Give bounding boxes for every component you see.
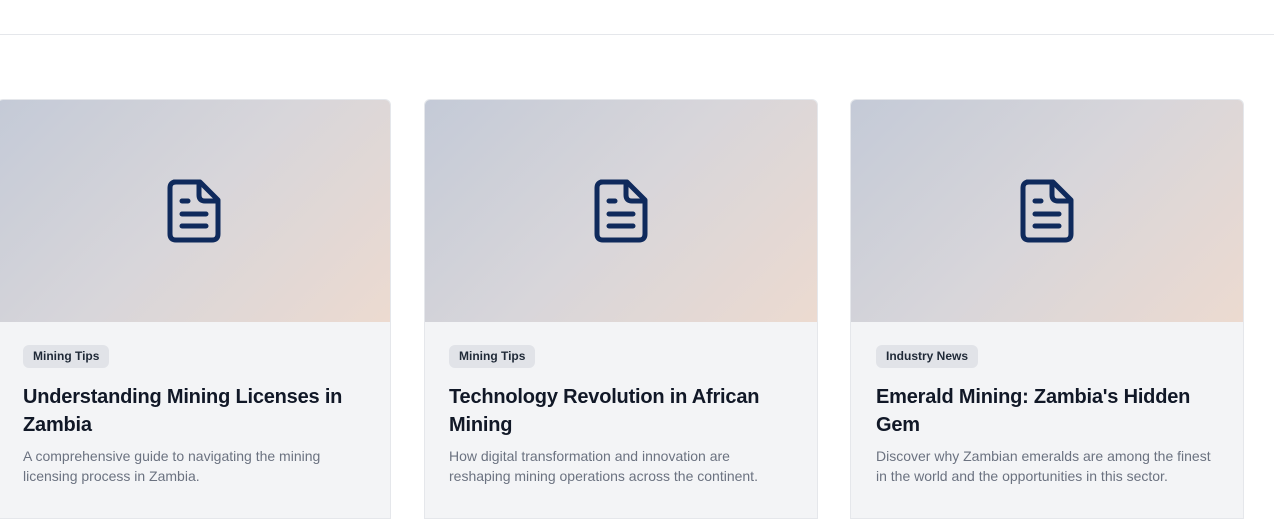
card-title[interactable]: Emerald Mining: Zambia's Hidden Gem (876, 383, 1219, 439)
blog-card[interactable]: Industry News Emerald Mining: Zambia's H… (850, 99, 1244, 519)
document-icon (594, 179, 648, 243)
card-title[interactable]: Technology Revolution in African Mining (449, 383, 793, 439)
card-description: A comprehensive guide to navigating the … (23, 448, 321, 484)
card-thumbnail (0, 100, 390, 322)
category-badge[interactable]: Mining Tips (23, 345, 110, 368)
document-icon (167, 179, 221, 243)
blog-card[interactable]: Mining Tips Understanding Mining License… (0, 99, 391, 519)
blog-card-grid: Mining Tips Understanding Mining License… (0, 99, 1274, 519)
card-thumbnail (425, 100, 817, 322)
card-title[interactable]: Understanding Mining Licenses in Zambia (23, 383, 366, 439)
card-thumbnail (851, 100, 1243, 322)
category-badge[interactable]: Industry News (876, 345, 979, 368)
card-description: Discover why Zambian emeralds are among … (876, 448, 1211, 484)
card-description: How digital transformation and innovatio… (449, 448, 758, 484)
top-bar (0, 0, 1274, 35)
category-badge[interactable]: Mining Tips (449, 345, 536, 368)
document-icon (1020, 179, 1074, 243)
blog-card[interactable]: Mining Tips Technology Revolution in Afr… (424, 99, 818, 519)
